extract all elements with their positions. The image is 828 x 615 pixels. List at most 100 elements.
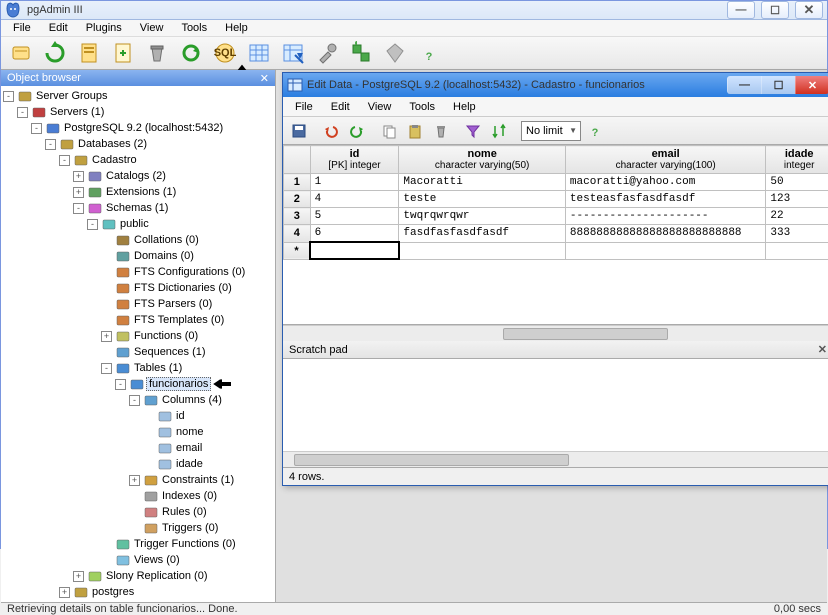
tree-node[interactable]: Rules (0) (3, 504, 273, 520)
tree-node[interactable]: -public (3, 216, 273, 232)
cell-nome[interactable]: twqrqwrqwr (399, 208, 565, 225)
tree-node[interactable]: +Slony Replication (0) (3, 568, 273, 584)
table-row[interactable]: 35twqrqwrqwr---------------------22 (284, 208, 828, 225)
filtered-data-button[interactable] (277, 37, 309, 69)
tree-toggle[interactable]: - (31, 123, 42, 134)
guru-hint-button[interactable] (379, 37, 411, 69)
minimize-button[interactable]: — (727, 1, 755, 19)
table-row[interactable]: 24testetesteasfasfasdfasdf123 (284, 191, 828, 208)
tree-toggle[interactable]: + (59, 587, 70, 598)
tree-node[interactable]: FTS Configurations (0) (3, 264, 273, 280)
tree-toggle[interactable]: - (3, 91, 14, 102)
tree-node[interactable]: -Columns (4) (3, 392, 273, 408)
row-header[interactable]: 1 (284, 174, 311, 191)
tree-node[interactable]: +Functions (0) (3, 328, 273, 344)
menu-file[interactable]: File (5, 20, 39, 36)
table-row[interactable]: 46fasdfasfasdfasdf8888888888888888888888… (284, 225, 828, 243)
tree-node[interactable]: Sequences (1) (3, 344, 273, 360)
row-header[interactable]: * (284, 242, 311, 259)
cell-email[interactable]: --------------------- (565, 208, 765, 225)
cell-email[interactable]: macoratti@yahoo.com (565, 174, 765, 191)
tree-toggle[interactable]: + (73, 187, 84, 198)
tree-node[interactable]: -Tables (1) (3, 360, 273, 376)
tree-node[interactable]: +Catalogs (2) (3, 168, 273, 184)
cell-idade[interactable]: 22 (766, 208, 828, 225)
tree-node[interactable]: FTS Parsers (0) (3, 296, 273, 312)
undo-button[interactable] (319, 119, 343, 143)
row-header[interactable]: 3 (284, 208, 311, 225)
menu-tools[interactable]: Tools (173, 20, 215, 36)
tree-toggle[interactable]: - (129, 395, 140, 406)
tree-node[interactable]: FTS Dictionaries (0) (3, 280, 273, 296)
scratch-horizontal-scrollbar[interactable] (283, 451, 828, 467)
menu-view[interactable]: View (132, 20, 172, 36)
tree-node[interactable]: id (3, 408, 273, 424)
refresh-button[interactable] (39, 37, 71, 69)
cell-idade[interactable]: 333 (766, 225, 828, 243)
sql-button[interactable]: SQL (209, 37, 241, 69)
cell-id[interactable] (310, 242, 399, 259)
tree-node[interactable]: -Databases (2) (3, 136, 273, 152)
new-connection-button[interactable] (5, 37, 37, 69)
help-button[interactable]: ? (413, 37, 445, 69)
filter-button[interactable] (461, 119, 485, 143)
tree-node[interactable]: FTS Templates (0) (3, 312, 273, 328)
properties-button[interactable] (73, 37, 105, 69)
column-header[interactable]: idadeinteger (766, 146, 828, 174)
edit-menu-help[interactable]: Help (445, 99, 484, 115)
edit-menu-tools[interactable]: Tools (401, 99, 443, 115)
tree-toggle[interactable]: - (17, 107, 28, 118)
scratch-pad-body[interactable] (283, 359, 828, 451)
tree-node[interactable]: nome (3, 424, 273, 440)
tree-node[interactable]: Views (0) (3, 552, 273, 568)
cell-email[interactable]: testeasfasfasdfasdf (565, 191, 765, 208)
maintenance-button[interactable] (311, 37, 343, 69)
tree-toggle[interactable]: - (45, 139, 56, 150)
tree-node[interactable]: Domains (0) (3, 248, 273, 264)
cell-idade[interactable] (766, 242, 828, 259)
column-header[interactable]: id[PK] integer (310, 146, 399, 174)
edit-menu-edit[interactable]: Edit (323, 99, 358, 115)
menu-edit[interactable]: Edit (41, 20, 76, 36)
tree-node[interactable]: -Servers (1) (3, 104, 273, 120)
edit-maximize-button[interactable]: ☐ (761, 76, 795, 94)
redo-button[interactable] (345, 119, 369, 143)
tree-node[interactable]: idade (3, 456, 273, 472)
save-button[interactable] (287, 119, 311, 143)
cell-idade[interactable]: 123 (766, 191, 828, 208)
tree-toggle[interactable]: - (73, 203, 84, 214)
edit-titlebar[interactable]: Edit Data - PostgreSQL 9.2 (localhost:54… (283, 73, 828, 97)
view-data-button[interactable] (243, 37, 275, 69)
paste-button[interactable] (403, 119, 427, 143)
tree-node[interactable]: -funcionarios (3, 376, 273, 392)
cell-id[interactable]: 1 (310, 174, 399, 191)
cell-nome[interactable] (399, 242, 565, 259)
tree-node[interactable]: Indexes (0) (3, 488, 273, 504)
tree-node[interactable]: +Constraints (1) (3, 472, 273, 488)
cell-id[interactable]: 5 (310, 208, 399, 225)
tree-toggle[interactable]: - (59, 155, 70, 166)
tree-toggle[interactable]: + (101, 331, 112, 342)
tree-toggle[interactable]: - (115, 379, 126, 390)
column-header[interactable]: emailcharacter varying(100) (565, 146, 765, 174)
edit-menu-file[interactable]: File (287, 99, 321, 115)
tree-toggle[interactable]: + (73, 171, 84, 182)
reload-button[interactable] (175, 37, 207, 69)
cell-email[interactable] (565, 242, 765, 259)
corner-cell[interactable] (284, 146, 311, 174)
menu-help[interactable]: Help (217, 20, 256, 36)
grid-horizontal-scrollbar[interactable] (283, 325, 828, 341)
edit-close-button[interactable]: ✕ (795, 76, 828, 94)
close-button[interactable]: ✕ (795, 1, 823, 19)
new-row[interactable]: * (284, 242, 828, 259)
tree-node[interactable]: -PostgreSQL 9.2 (localhost:5432) (3, 120, 273, 136)
cell-idade[interactable]: 50 (766, 174, 828, 191)
tree-node[interactable]: Trigger Functions (0) (3, 536, 273, 552)
tree-node[interactable]: Collations (0) (3, 232, 273, 248)
column-header[interactable]: nomecharacter varying(50) (399, 146, 565, 174)
tree-node[interactable]: +postgres (3, 584, 273, 600)
main-titlebar[interactable]: pgAdmin III — ☐ ✕ (1, 1, 827, 20)
sort-button[interactable] (487, 119, 511, 143)
table-row[interactable]: 11Macorattimacoratti@yahoo.com50 (284, 174, 828, 191)
row-header[interactable]: 2 (284, 191, 311, 208)
